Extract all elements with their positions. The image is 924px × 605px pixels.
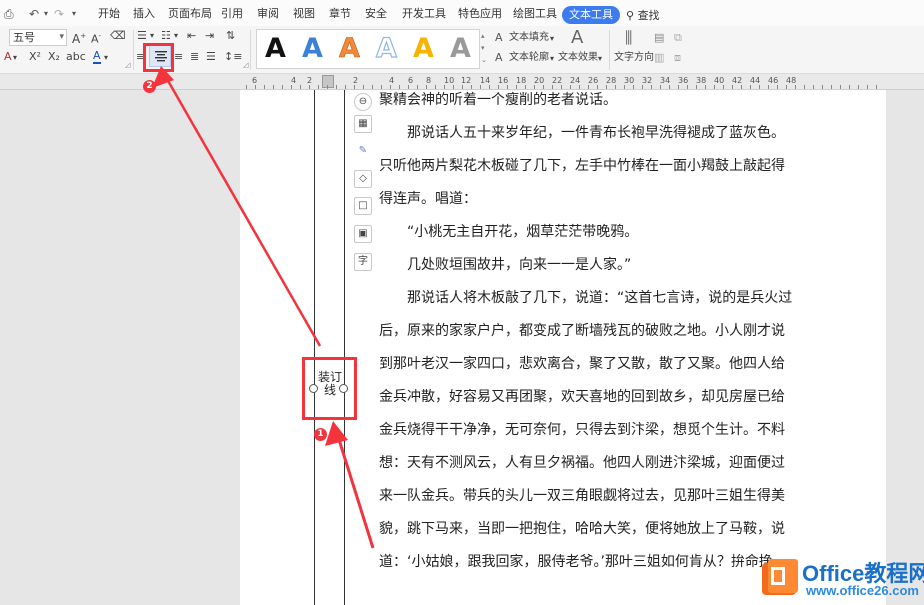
watermark-url: www.office26.com — [806, 583, 919, 598]
site-watermark: Office教程网 www.office26.com — [760, 553, 924, 605]
step-badge-2: 2 — [143, 80, 156, 93]
annotation-arrows — [152, 66, 375, 549]
step-badge-1: 1 — [314, 428, 327, 441]
office-logo-icon — [762, 559, 798, 595]
highlight-align-center — [143, 43, 174, 72]
highlight-binding-textbox — [302, 357, 357, 420]
